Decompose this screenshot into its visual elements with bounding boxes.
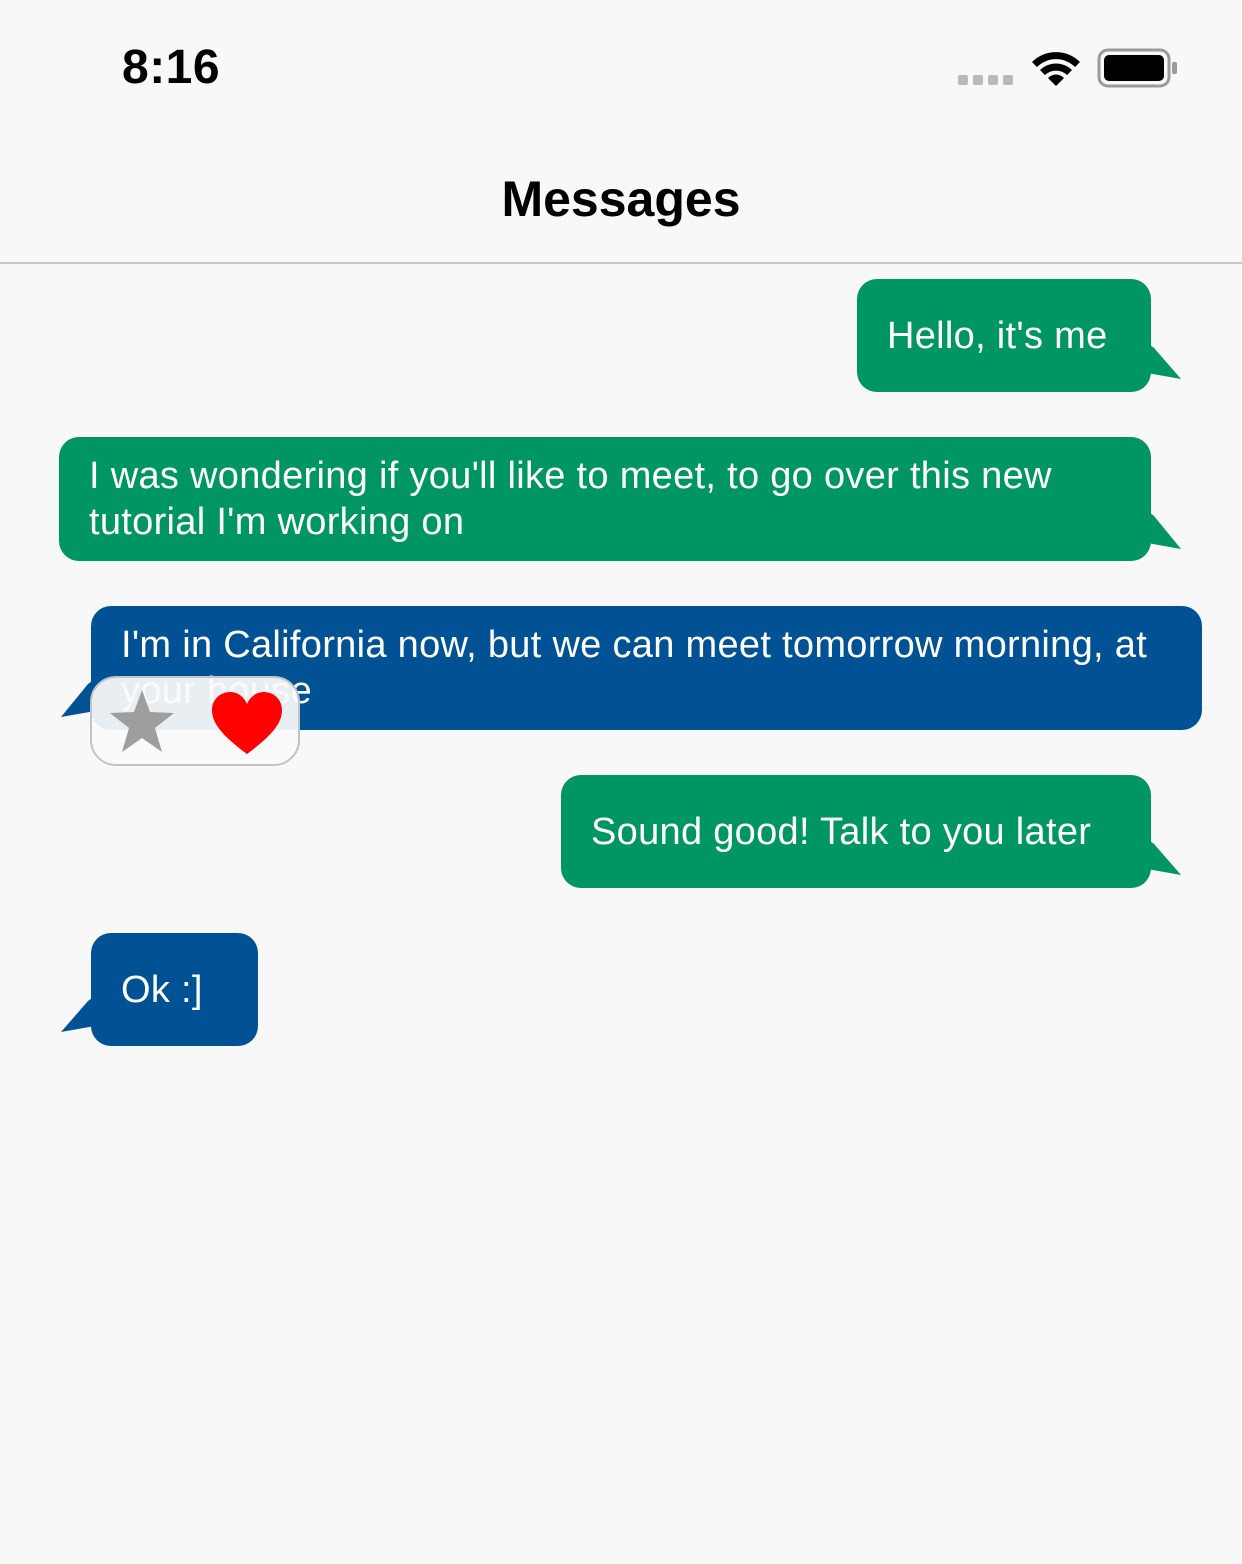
message-text: Sound good! Talk to you later [591, 810, 1092, 853]
star-icon[interactable] [108, 688, 176, 754]
page-title: Messages [501, 171, 741, 227]
wifi-icon [1032, 52, 1080, 86]
status-time: 8:16 [122, 41, 221, 94]
message-text: I was wondering if you'll like to meet, … [89, 455, 1052, 543]
message-bubble-incoming[interactable]: Ok :] [91, 933, 258, 1046]
message-bubble-outgoing[interactable]: I was wondering if you'll like to meet, … [59, 437, 1151, 561]
message-text: Hello, it's me [887, 314, 1108, 357]
message-bubble-outgoing[interactable]: Hello, it's me [857, 279, 1151, 392]
message-text: Ok :] [121, 968, 203, 1011]
cellular-signal-icon [958, 75, 1014, 85]
reaction-picker[interactable] [90, 676, 300, 766]
navigation-bar: Messages [0, 130, 1242, 264]
heart-icon[interactable] [210, 690, 284, 756]
status-bar: 8:16 [0, 0, 1242, 130]
message-bubble-outgoing[interactable]: Sound good! Talk to you later [561, 775, 1151, 888]
battery-icon [1097, 48, 1177, 88]
